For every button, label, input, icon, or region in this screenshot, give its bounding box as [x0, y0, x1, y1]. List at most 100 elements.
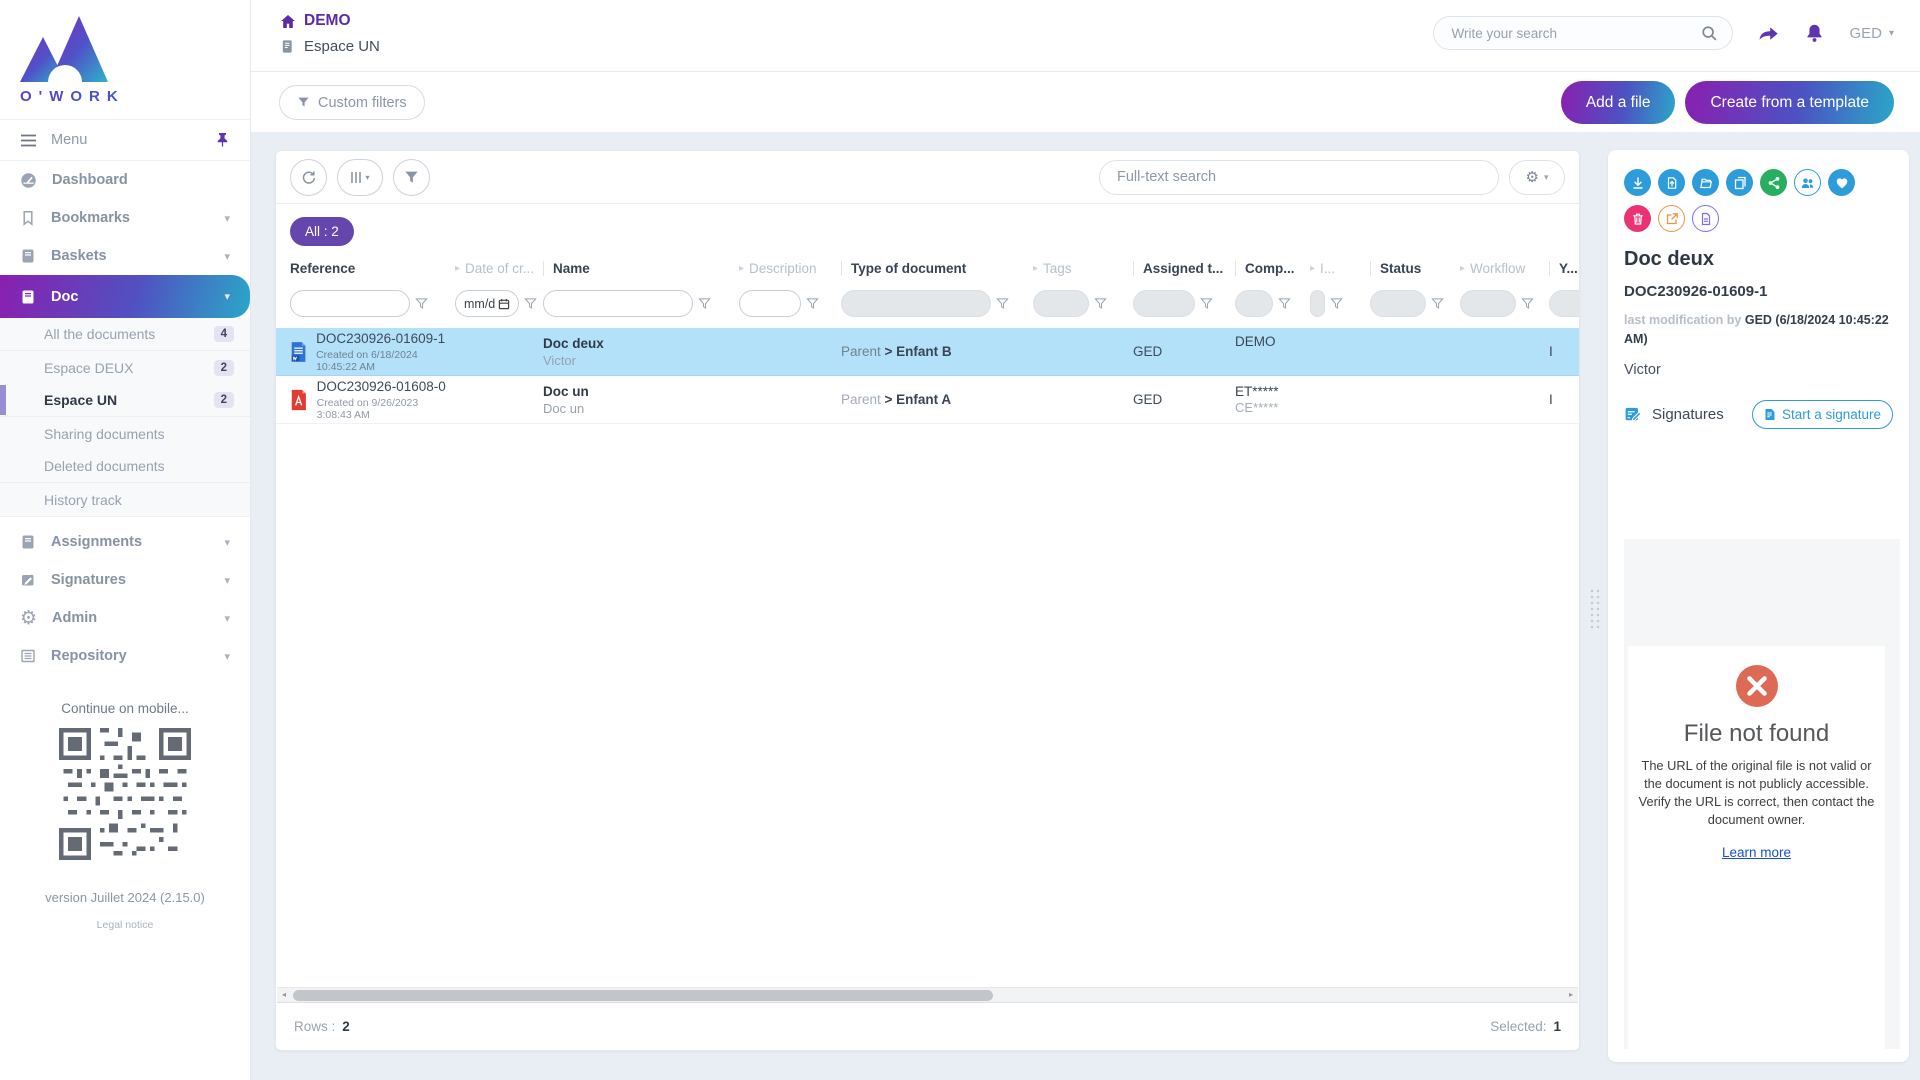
legal-notice-link[interactable]: Legal notice — [0, 919, 250, 931]
open-external-button[interactable] — [1658, 205, 1685, 232]
filter-funnel-icon[interactable] — [415, 297, 428, 310]
assign-users-button[interactable] — [1794, 169, 1821, 196]
table-row[interactable]: DOC230926-01608-0 Created on 9/26/2023 3… — [276, 376, 1580, 424]
sidebar-item-doc[interactable]: Doc ▾ — [0, 275, 250, 318]
filter-date-input[interactable]: mm/d — [455, 290, 519, 317]
filter-funnel-icon[interactable] — [1278, 297, 1291, 310]
sidebar-item-signatures[interactable]: Signatures ▾ — [0, 561, 250, 599]
download-button[interactable] — [1624, 169, 1651, 196]
sidebar-item-deleted-documents[interactable]: Deleted documents — [0, 450, 250, 483]
column-header-tags[interactable]: ▸Tags — [1033, 261, 1133, 276]
start-signature-button[interactable]: Start a signature — [1752, 400, 1893, 429]
filter-funnel-icon[interactable] — [1521, 297, 1534, 310]
all-count-badge[interactable]: All : 2 — [290, 217, 354, 246]
learn-more-link[interactable]: Learn more — [1722, 845, 1791, 860]
menu-label: Menu — [51, 132, 87, 148]
column-header-date-of-creation[interactable]: ▸Date of cr... — [455, 261, 543, 276]
submenu-label: Deleted documents — [44, 458, 165, 474]
table-row[interactable]: DOC230926-01609-1 Created on 6/18/2024 1… — [276, 328, 1580, 376]
filter-funnel-icon[interactable] — [1431, 297, 1444, 310]
document-created: Created on 9/26/2023 3:08:43 AM — [317, 397, 449, 421]
search-icon[interactable] — [1701, 25, 1718, 42]
horizontal-scrollbar[interactable]: ◂ ▸ — [277, 987, 1578, 1003]
sidebar-item-sharing-documents[interactable]: Sharing documents — [0, 417, 250, 450]
file-upload-icon — [1665, 176, 1679, 190]
chevron-down-icon: ▾ — [224, 536, 230, 549]
funnel-icon — [297, 96, 310, 109]
filter-description-input[interactable] — [739, 290, 801, 317]
bell-icon[interactable] — [1804, 23, 1825, 43]
upload-version-button[interactable] — [1658, 169, 1685, 196]
filter-funnel-icon[interactable] — [1094, 297, 1107, 310]
delete-button[interactable] — [1624, 205, 1651, 232]
column-header-description[interactable]: ▸Description — [739, 261, 841, 276]
panel-resize-handle[interactable] — [1589, 588, 1602, 630]
custom-filters-button[interactable]: Custom filters — [279, 85, 425, 120]
share-forward-icon[interactable] — [1757, 23, 1780, 43]
scrollbar-thumb[interactable] — [293, 990, 993, 1001]
column-header-i[interactable]: ▸I... — [1310, 261, 1370, 276]
column-header-name[interactable]: Name — [543, 261, 739, 276]
table-settings-button[interactable]: ⚙ ▾ — [1509, 160, 1565, 195]
selected-label: Selected: — [1490, 1019, 1546, 1034]
filter-funnel-icon[interactable] — [524, 297, 537, 310]
filter-funnel-icon[interactable] — [1330, 297, 1343, 310]
app-title-row[interactable]: DEMO — [280, 12, 380, 30]
sidebar-item-label: Dashboard — [52, 172, 128, 188]
copy-button[interactable] — [1726, 169, 1753, 196]
add-file-button[interactable]: Add a file — [1561, 81, 1676, 124]
sidebar-item-assignments[interactable]: Assignments ▾ — [0, 523, 250, 561]
document-type-parent: Parent — [841, 344, 881, 359]
column-header-workflow[interactable]: ▸Workflow — [1460, 261, 1549, 276]
sidebar-item-bookmarks[interactable]: Bookmarks ▾ — [0, 199, 250, 237]
column-header-company[interactable]: Comp... — [1235, 261, 1310, 276]
sidebar-item-repository[interactable]: Repository ▾ — [0, 637, 250, 675]
book-icon — [20, 534, 36, 550]
document-properties-button[interactable] — [1692, 205, 1719, 232]
column-header-reference[interactable]: Reference — [290, 261, 455, 276]
sidebar-item-label: Signatures — [51, 572, 126, 588]
pin-sidebar-icon[interactable] — [215, 132, 230, 148]
filter-name-input[interactable] — [543, 290, 693, 317]
table-header-row: Reference ▸Date of cr... Name ▸Descripti… — [276, 255, 1580, 282]
signature-file-icon — [1764, 408, 1776, 421]
share-button[interactable] — [1760, 169, 1787, 196]
global-search[interactable] — [1433, 16, 1733, 50]
filter-reference-input[interactable] — [290, 290, 410, 317]
column-header-type-of-document[interactable]: Type of document — [841, 261, 1033, 276]
hamburger-icon[interactable] — [20, 134, 37, 147]
sidebar-item-history-track[interactable]: History track — [0, 483, 250, 516]
favorite-button[interactable] — [1828, 169, 1855, 196]
column-header-assigned-to[interactable]: Assigned t... — [1133, 261, 1235, 276]
filter-funnel-icon[interactable] — [698, 297, 711, 310]
user-menu[interactable]: GED ▾ — [1849, 25, 1894, 42]
filter-funnel-icon[interactable] — [1200, 297, 1213, 310]
arrow-right-icon: ▸ — [1033, 263, 1038, 274]
fulltext-search-input[interactable] — [1099, 160, 1499, 195]
filter-funnel-icon[interactable] — [806, 297, 819, 310]
columns-button[interactable]: ▾ — [337, 159, 383, 196]
app-logo[interactable]: O'WORK — [0, 0, 250, 105]
create-from-template-button[interactable]: Create from a template — [1685, 81, 1894, 124]
sidebar-item-admin[interactable]: ⚙ Admin ▾ — [0, 599, 250, 637]
sidebar-item-all-documents[interactable]: All the documents 4 — [0, 318, 250, 351]
column-header-y[interactable]: Y... — [1549, 261, 1580, 276]
scroll-left-icon[interactable]: ◂ — [277, 991, 291, 999]
sidebar-item-espace-un[interactable]: Espace UN 2 — [0, 384, 250, 417]
column-header-status[interactable]: Status — [1370, 261, 1460, 276]
filter-funnel-icon[interactable] — [996, 297, 1009, 310]
refresh-button[interactable] — [290, 159, 327, 196]
filter-button[interactable] — [393, 159, 430, 196]
start-signature-label: Start a signature — [1782, 407, 1881, 422]
global-search-input[interactable] — [1451, 26, 1701, 41]
sidebar-item-dashboard[interactable]: Dashboard — [0, 161, 250, 199]
sidebar-item-espace-deux[interactable]: Espace DEUX 2 — [0, 351, 250, 384]
arrow-right-icon: ▸ — [455, 263, 460, 274]
panel-last-modification: last modification by GED (6/18/2024 10:4… — [1624, 311, 1893, 349]
scroll-right-icon[interactable]: ▸ — [1564, 991, 1578, 999]
user-menu-label: GED — [1849, 25, 1882, 42]
sidebar-item-baskets[interactable]: Baskets ▾ — [0, 237, 250, 275]
open-folder-button[interactable] — [1692, 169, 1719, 196]
doc-submenu: All the documents 4 Espace DEUX 2 Espace… — [0, 318, 250, 517]
menu-toggle-row[interactable]: Menu — [0, 119, 250, 161]
